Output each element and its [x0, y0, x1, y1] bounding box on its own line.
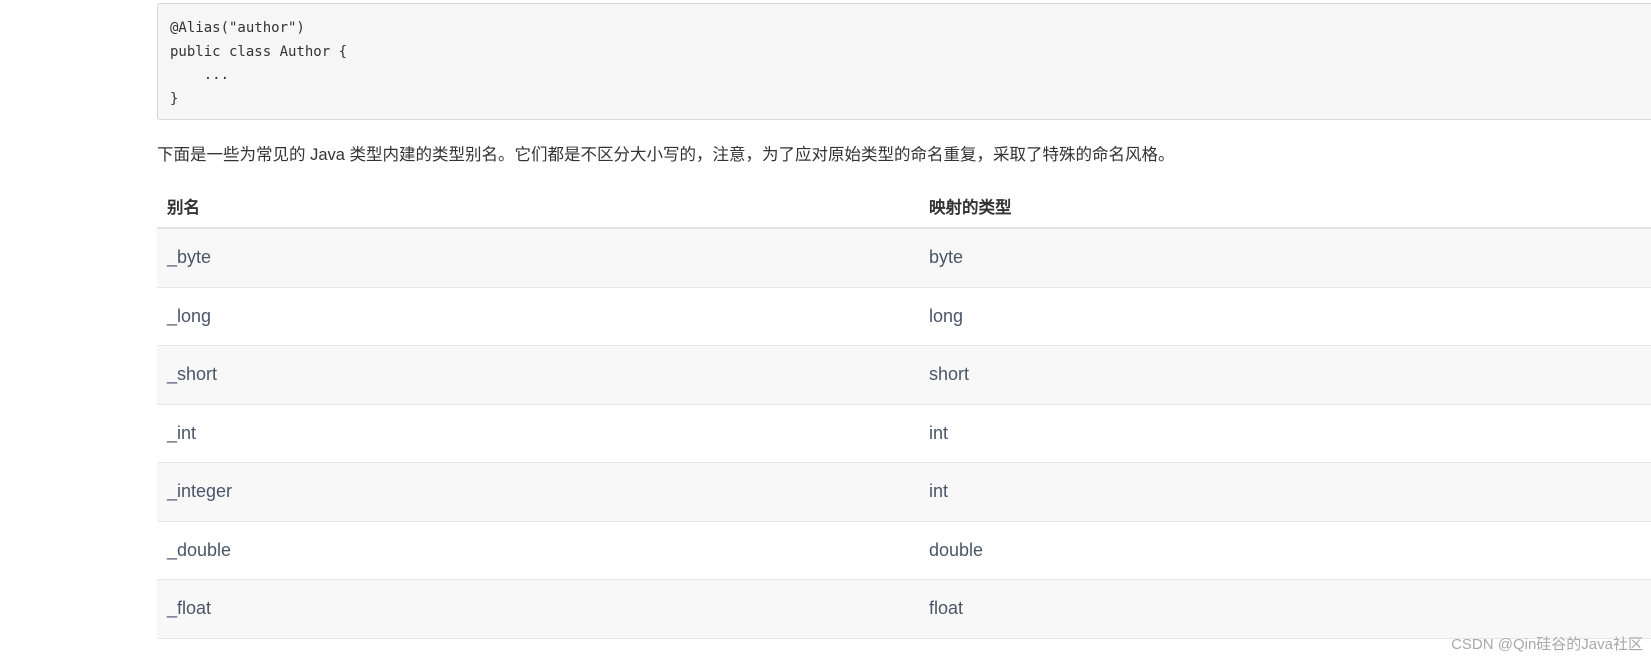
code-line: @Alias("author") — [170, 20, 305, 36]
type-cell: long — [929, 305, 964, 326]
code-line: } — [170, 90, 179, 107]
column-header-mapped-type: 映射的类型 — [929, 198, 1012, 217]
table-row: _int int — [157, 404, 1651, 463]
alias-cell: _double — [167, 539, 232, 560]
type-cell: int — [929, 481, 949, 502]
table-row: _float float — [157, 580, 1651, 639]
table-row: _integer int — [157, 463, 1651, 522]
alias-cell: _byte — [167, 247, 212, 268]
alias-cell: _long — [167, 305, 212, 326]
column-header-alias: 别名 — [167, 198, 200, 217]
description-paragraph: 下面是一些为常见的 Java 类型内建的类型别名。它们都是不区分大小写的，注意，… — [157, 146, 1175, 164]
code-line: public class Author { — [170, 43, 348, 60]
table-header-row: 别名 映射的类型 — [157, 184, 1651, 229]
table-row: _long long — [157, 287, 1651, 346]
alias-cell: _short — [167, 364, 218, 385]
alias-table: 别名 映射的类型 _byte byte _long long _short sh… — [157, 184, 1651, 639]
alias-cell: _integer — [167, 481, 233, 502]
table-row: _short short — [157, 346, 1651, 405]
type-cell: int — [929, 422, 949, 443]
table-row: _byte byte — [157, 229, 1651, 288]
table-row: _double double — [157, 521, 1651, 580]
alias-cell: _int — [167, 422, 197, 443]
type-cell: double — [929, 539, 984, 560]
type-cell: short — [929, 364, 970, 385]
type-cell: byte — [929, 247, 964, 268]
alias-cell: _float — [167, 598, 212, 619]
csdn-watermark: CSDN @Qin硅谷的Java社区 — [1451, 636, 1643, 653]
code-line: ... — [170, 67, 230, 83]
type-cell: float — [929, 598, 964, 619]
code-block: @Alias("author") public class Author { ..… — [157, 3, 1651, 120]
